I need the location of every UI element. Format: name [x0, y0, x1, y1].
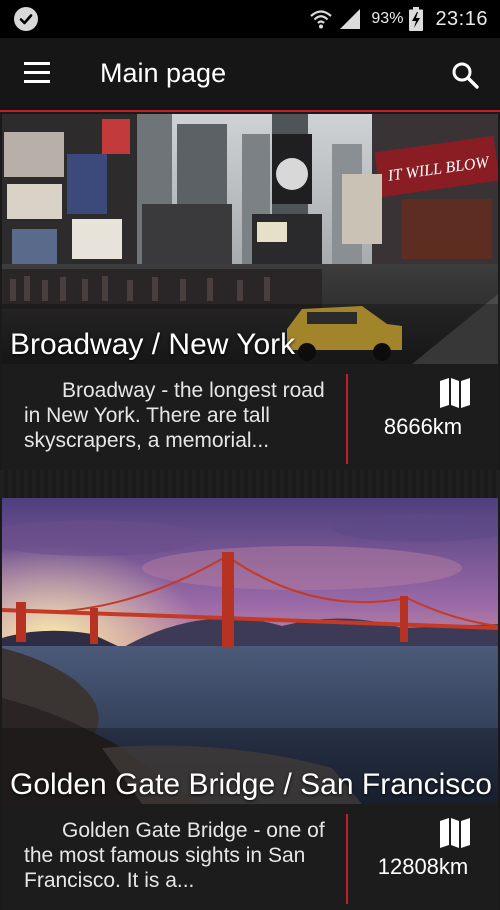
place-description: Broadway - the longest road in New York.…	[24, 379, 325, 452]
check-badge-icon	[14, 7, 38, 31]
place-image[interactable]: IT WILL BLOW Broadway / New York	[2, 114, 498, 364]
battery-percentage: 93%	[371, 10, 404, 27]
map-icon[interactable]	[438, 816, 472, 850]
signal-icon	[340, 9, 361, 29]
place-details: Golden Gate Bridge - one of the most fam…	[2, 804, 498, 910]
place-description: Golden Gate Bridge - one of the most fam…	[24, 819, 325, 892]
place-card[interactable]: Golden Gate Bridge / San Francisco Golde…	[2, 498, 498, 910]
place-card[interactable]: IT WILL BLOW Broadway / New York Broadwa…	[2, 114, 498, 470]
clock: 23:16	[435, 7, 488, 30]
app-bar: Main page	[0, 38, 500, 112]
status-bar: 93% 23:16	[0, 0, 500, 38]
golden-gate-photo	[2, 498, 498, 804]
place-title: Golden Gate Bridge / San Francisco	[10, 768, 492, 801]
menu-icon[interactable]	[24, 62, 54, 88]
search-icon[interactable]	[450, 60, 480, 90]
card-separator	[0, 470, 500, 498]
battery-charging-icon	[409, 7, 424, 31]
map-icon[interactable]	[438, 376, 472, 410]
wifi-icon	[310, 10, 333, 29]
distance-label: 8666km	[383, 414, 463, 439]
page-title: Main page	[100, 58, 227, 88]
place-details: Broadway - the longest road in New York.…	[2, 364, 498, 470]
place-title: Broadway / New York	[10, 328, 296, 361]
times-square-photo: IT WILL BLOW	[2, 114, 498, 364]
place-image[interactable]: Golden Gate Bridge / San Francisco	[2, 498, 498, 804]
status-indicators: 93% 23:16	[309, 0, 488, 38]
distance-label: 12808km	[377, 854, 469, 879]
